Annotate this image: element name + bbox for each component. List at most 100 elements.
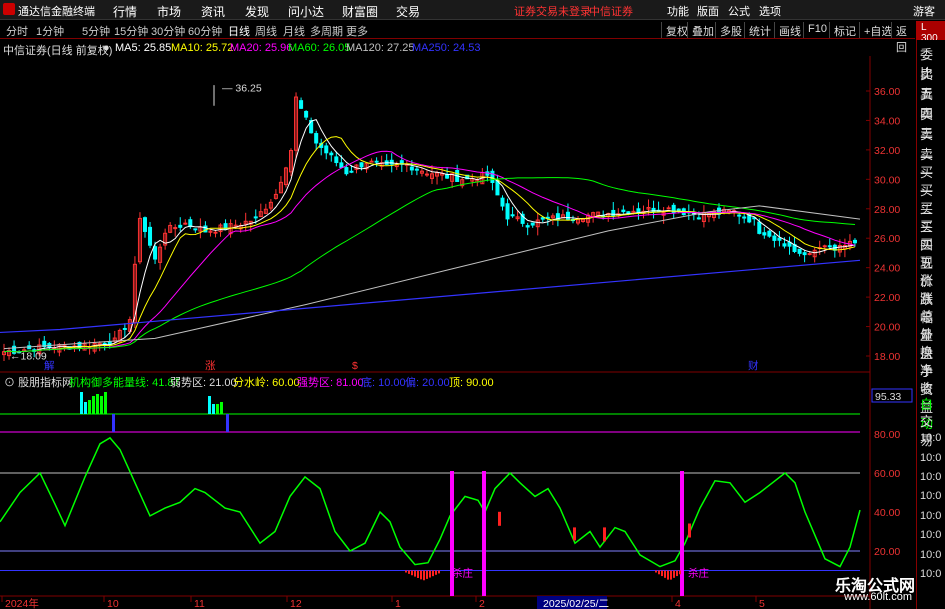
indicator-axis-label: 80.00 (874, 429, 900, 441)
tab-daily[interactable]: 日线 (228, 23, 250, 39)
candle-body (807, 253, 812, 256)
watermark-url: www.60lt.com (844, 591, 912, 603)
candle-body (737, 214, 742, 217)
menu-trade[interactable]: 交易 (396, 3, 420, 20)
tab-30min[interactable]: 30分钟 (151, 23, 185, 39)
kill-bar (658, 570, 660, 575)
menu-news[interactable]: 资讯 (201, 3, 225, 20)
ma10-value: MA10: 25.72 (171, 42, 234, 54)
candle-body (324, 145, 329, 154)
menu-discover[interactable]: 发现 (245, 3, 269, 20)
blue-bar (112, 414, 115, 432)
candle-body (742, 216, 747, 219)
app-logo-icon (3, 3, 15, 15)
menu-layout[interactable]: 版面 (697, 3, 719, 19)
kill-bar (670, 570, 672, 580)
date-axis-label: 12 (290, 598, 302, 609)
quote-panel-item: 10:0 (920, 490, 942, 502)
kill-bar (655, 570, 657, 573)
menu-function[interactable]: 功能 (667, 3, 689, 19)
candle-body (304, 110, 309, 118)
menu-quotes[interactable]: 行情 (113, 3, 137, 20)
login-status[interactable]: 证券交易未登录 (514, 3, 591, 19)
candle-body (193, 228, 198, 231)
candle-body (445, 173, 450, 179)
kill-bar (676, 570, 678, 577)
energy-line-value: 机构御多能量线: 41.87 (69, 377, 180, 389)
candle-body (772, 235, 777, 241)
energy-bar (216, 404, 219, 414)
candle-body (852, 239, 857, 244)
kill-bar (438, 570, 440, 574)
menu-ask[interactable]: 问小达 (288, 3, 324, 20)
menu-options[interactable]: 选项 (759, 3, 781, 19)
kill-bar (405, 570, 407, 573)
candle-body (299, 100, 304, 109)
signal-bar (482, 471, 486, 596)
tab-more[interactable]: 更多 (346, 23, 368, 39)
date-axis-label: 2 (479, 598, 485, 609)
high-price-label: — 36.25 (222, 82, 262, 94)
bottom-value: 底: 10.00 (361, 377, 406, 389)
candle-body (374, 160, 379, 163)
indicator-axis-label: 20.00 (874, 546, 900, 558)
indicator-name[interactable]: ⊙ 股朋指标网 (4, 374, 73, 390)
candle-body (540, 217, 545, 220)
energy-bar (208, 396, 211, 414)
mark-button[interactable]: 标记 (829, 22, 860, 38)
quote-panel-item: 10:0 (920, 432, 942, 444)
candle-body (409, 166, 414, 171)
candle-body (767, 230, 772, 237)
ma-lines-group (0, 118, 861, 353)
tab-15min[interactable]: 15分钟 (114, 23, 148, 39)
tab-monthly[interactable]: 月线 (283, 23, 305, 39)
main-chart[interactable]: 杀庄 杀庄 36.00 34.00 32.00 30.00 28.00 26.00 24.00… (0, 56, 916, 609)
tab-multi[interactable]: 多周期 (310, 23, 343, 39)
candle-body (334, 156, 339, 164)
gear-icon[interactable]: ● (103, 42, 110, 54)
price-axis-label: 22.00 (874, 292, 900, 304)
indicator-infobar: ⊙ 股朋指标网 机构御多能量线: 41.87 弱势区: 21.00 分水岭: 6… (0, 373, 870, 390)
draw-line-button[interactable]: 画线 (774, 22, 805, 38)
quote-panel-item: 10:0 (920, 568, 942, 580)
kill-bar (673, 570, 675, 578)
candle-body (505, 203, 510, 220)
red-signal-bar (573, 527, 576, 541)
event-mark: 涨 (205, 360, 216, 372)
candle-body (183, 222, 188, 225)
candle-body (153, 246, 158, 260)
indicator-axis-label: 60.00 (874, 468, 900, 480)
back-button[interactable]: 返回 (891, 22, 915, 54)
candle-body (490, 170, 495, 183)
candle-body (777, 237, 782, 241)
quote-panel-item: 10:0 (920, 549, 942, 561)
event-mark: 解 (44, 359, 55, 372)
menu-formula[interactable]: 公式 (728, 3, 750, 19)
stats-button[interactable]: 统计 (744, 22, 775, 38)
candle-body (530, 222, 535, 226)
candle-body (178, 224, 183, 228)
kill-label: 杀庄 (688, 567, 709, 580)
kill-bar (429, 570, 431, 578)
multi-stock-button[interactable]: 多股 (715, 22, 746, 38)
candle-body (122, 327, 127, 330)
guest-label[interactable]: 游客 (913, 3, 935, 19)
menu-wealth[interactable]: 财富圈 (342, 3, 378, 20)
overlay-button[interactable]: 叠加 (687, 22, 718, 38)
ma60-value: MA60: 26.05 (288, 42, 351, 54)
price-axis-label: 20.00 (874, 322, 900, 334)
indicator-group: 杀庄 杀庄 (0, 392, 861, 596)
kill-bar (664, 570, 666, 578)
energy-bar (104, 392, 107, 414)
period-tabbar: 分时 1分钟 5分钟 15分钟 30分钟 60分钟 日线 周线 月线 多周期 更… (0, 21, 915, 54)
tab-weekly[interactable]: 周线 (255, 23, 277, 39)
broker-name[interactable]: 中信证券 (589, 3, 633, 19)
candle-body (495, 180, 500, 196)
menu-market[interactable]: 市场 (157, 3, 181, 20)
tab-1min[interactable]: 1分钟 (36, 23, 64, 39)
f10-button[interactable]: F10 (803, 22, 831, 38)
tab-5min[interactable]: 5分钟 (82, 23, 110, 39)
tab-60min[interactable]: 60分钟 (188, 23, 222, 39)
date-axis-label: 5 (759, 598, 765, 609)
tab-intraday[interactable]: 分时 (6, 23, 28, 39)
